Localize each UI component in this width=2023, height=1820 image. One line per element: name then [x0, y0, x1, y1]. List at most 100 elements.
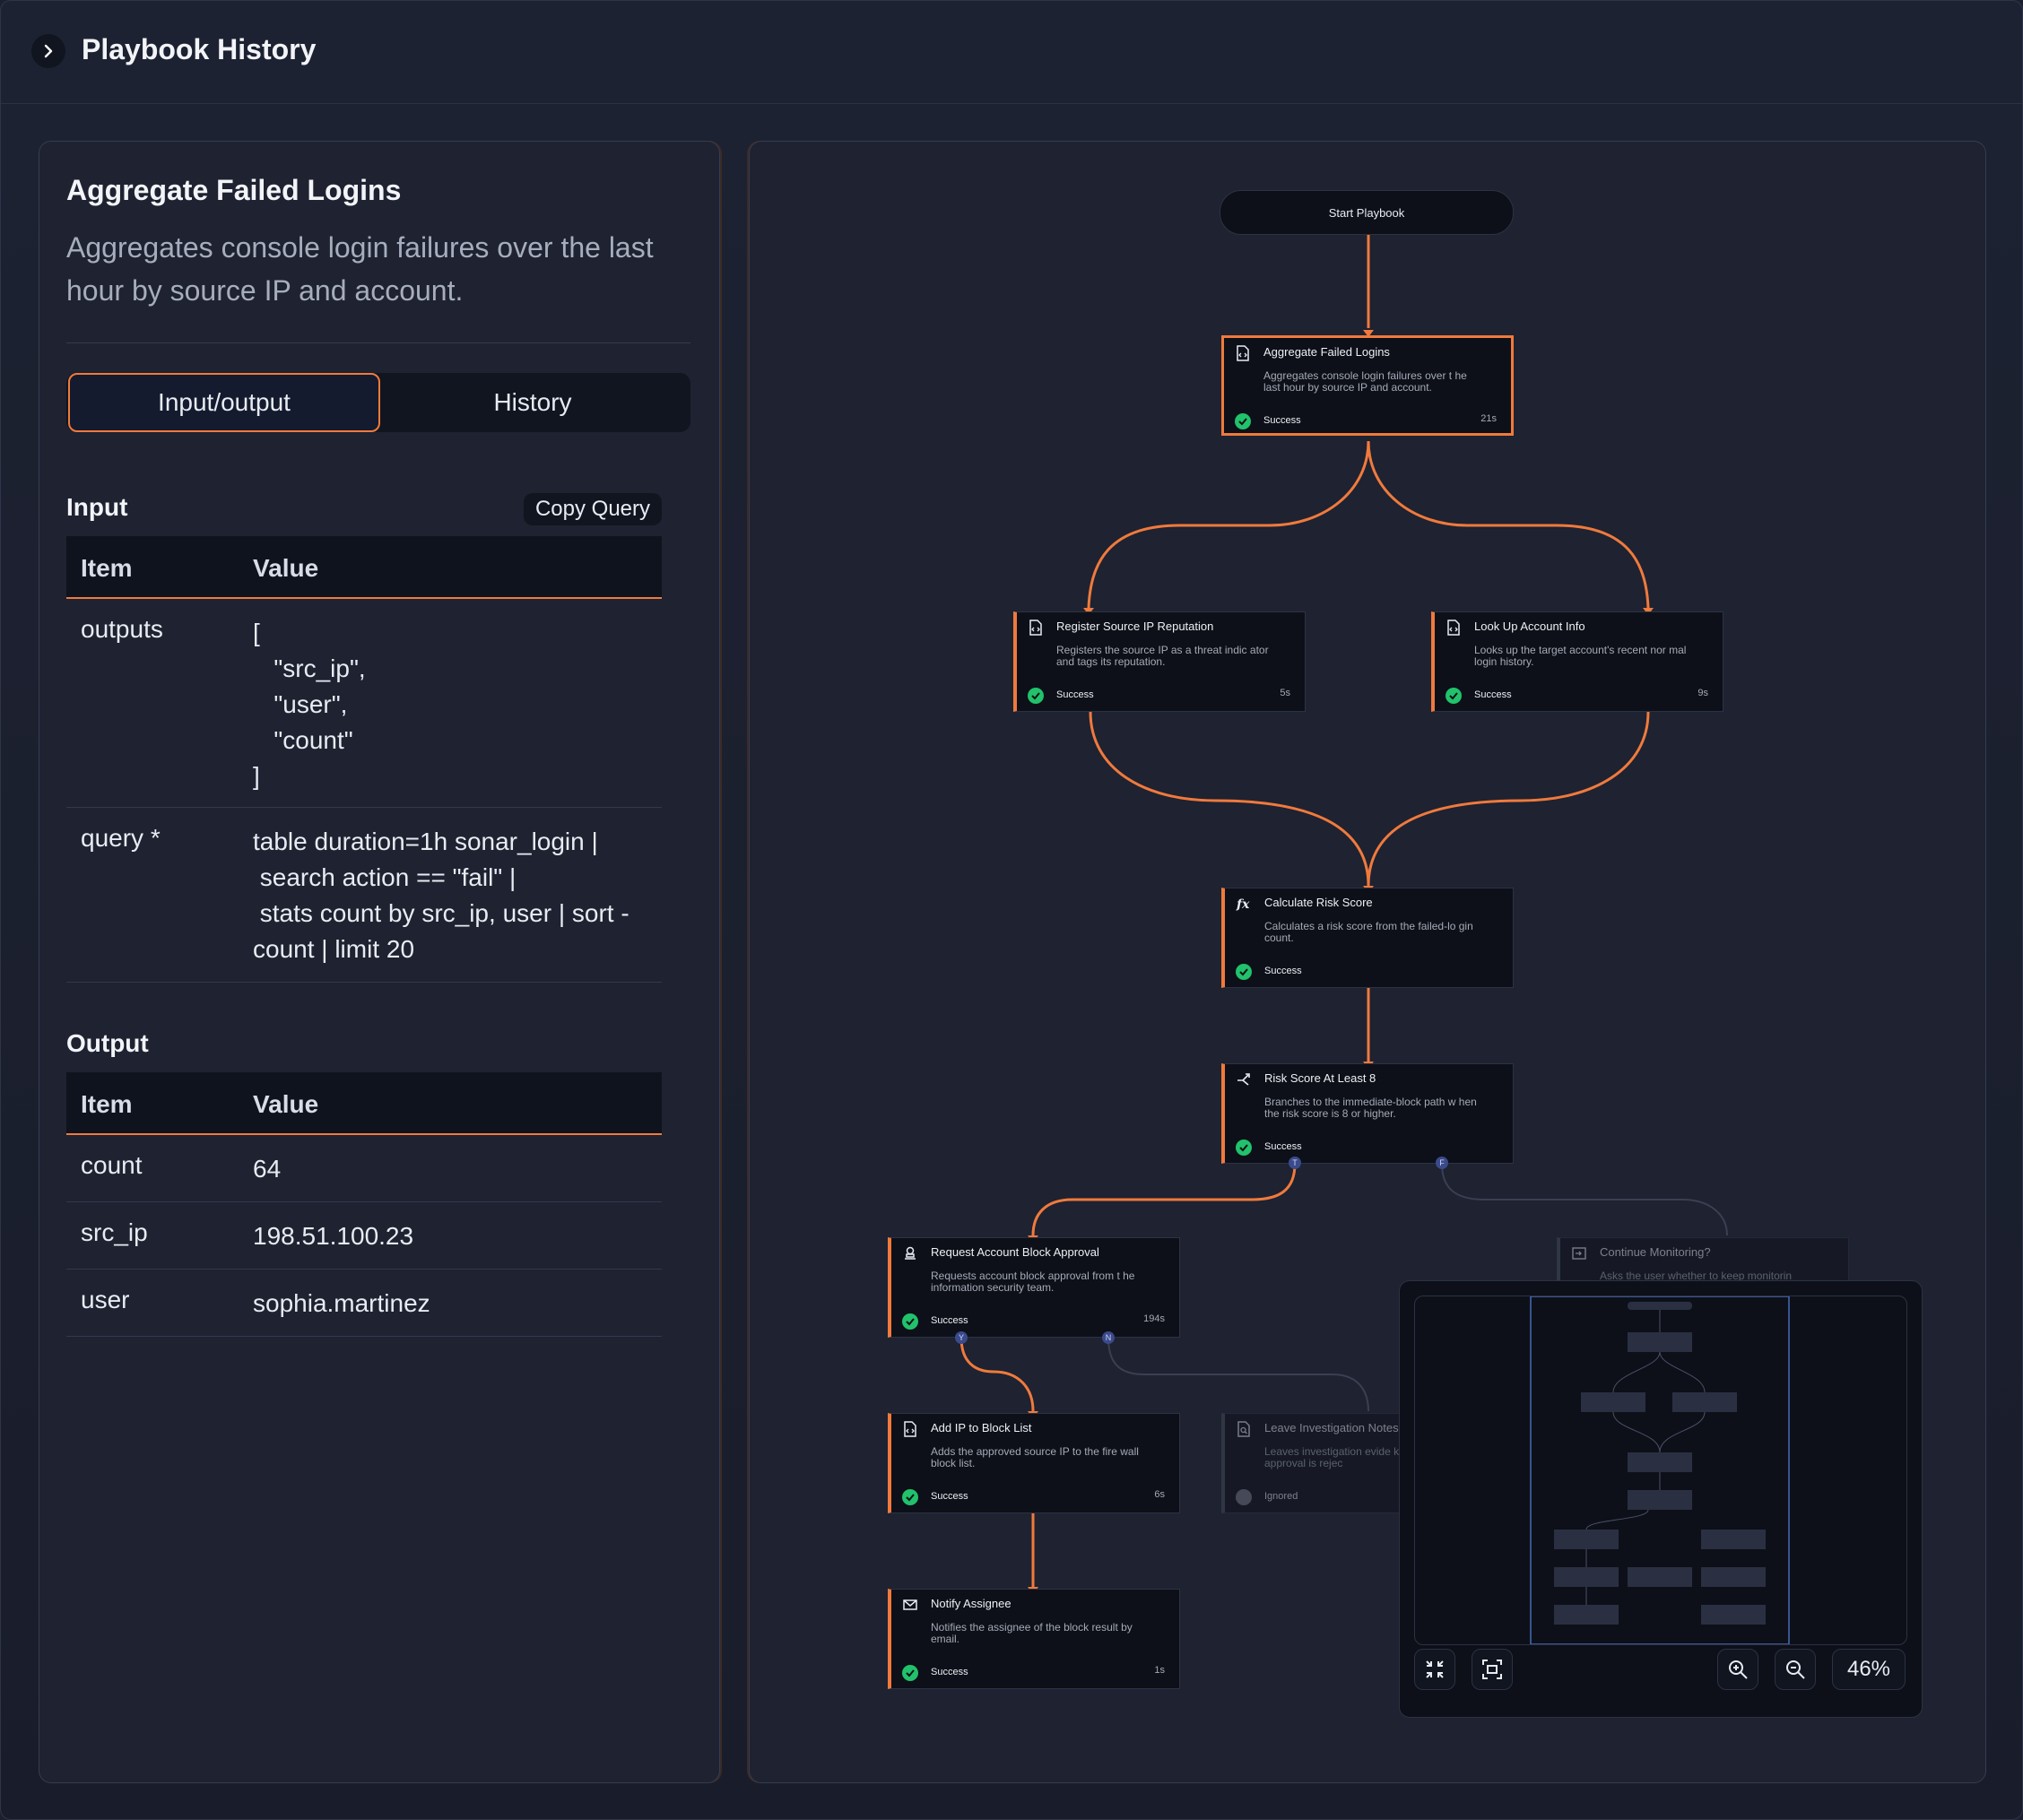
input-table: Item Value outputs [ "src_ip", "user", "…: [66, 536, 662, 983]
node-title: Request Account Block Approval: [931, 1245, 1099, 1259]
table-row: user sophia.martinez: [66, 1270, 662, 1337]
node-status: Success: [1263, 415, 1301, 426]
connector: [1441, 1163, 1728, 1236]
success-check-icon: [902, 1665, 918, 1681]
flow-node-calculate-risk-score[interactable]: fx Calculate Risk Score Calculates a ris…: [1221, 888, 1514, 988]
connector: [1367, 440, 1650, 609]
step-description: Aggregates console login failures over t…: [66, 231, 654, 307]
zoom-in-icon: [1729, 1660, 1748, 1679]
zoom-out-icon: [1786, 1660, 1805, 1679]
doc-search-icon: [1237, 1421, 1250, 1437]
start-playbook-node[interactable]: Start Playbook: [1220, 190, 1514, 235]
flow-node-notify-assignee[interactable]: Notify Assignee Notifies the assignee of…: [888, 1589, 1180, 1689]
node-status: Success: [1264, 966, 1302, 976]
node-description: Requests account block approval from t h…: [931, 1270, 1135, 1294]
node-title: Aggregate Failed Logins: [1263, 345, 1390, 359]
table-row: src_ip 198.51.100.23: [66, 1202, 662, 1270]
divider: [66, 342, 690, 343]
connector: [1367, 711, 1650, 887]
node-description: Registers the source IP as a threat indi…: [1056, 644, 1269, 668]
row-value: table duration=1h sonar_login | search a…: [253, 828, 629, 963]
node-status: Success: [931, 1491, 968, 1502]
table-row: query * table duration=1h sonar_login | …: [66, 808, 662, 983]
node-title: Add IP to Block List: [931, 1421, 1032, 1434]
collapse-button[interactable]: [1414, 1649, 1455, 1690]
false-port[interactable]: F: [1436, 1157, 1448, 1169]
node-title: Notify Assignee: [931, 1597, 1012, 1610]
node-description: Looks up the target account's recent nor…: [1474, 644, 1687, 668]
yes-port[interactable]: Y: [955, 1331, 968, 1344]
success-check-icon: [902, 1489, 918, 1505]
connector: [1089, 711, 1370, 887]
table-header: Item Value: [66, 536, 662, 599]
flow-node-aggregate-failed-logins[interactable]: Aggregate Failed Logins Aggregates conso…: [1221, 335, 1514, 436]
branch-icon: [1237, 1073, 1250, 1086]
success-check-icon: [1235, 413, 1251, 429]
connector: [959, 1337, 1035, 1412]
node-title: Leave Investigation Notes: [1264, 1421, 1399, 1434]
page-title: Playbook History: [82, 33, 317, 65]
flow-node-register-source-ip-reputation[interactable]: Register Source IP Reputation Registers …: [1013, 611, 1306, 712]
output-table: Item Value count 64 src_ip 198.51.100.23…: [66, 1072, 662, 1337]
copy-query-button[interactable]: Copy Query: [524, 493, 662, 525]
fit-view-icon: [1482, 1660, 1502, 1679]
success-check-icon: [902, 1313, 918, 1330]
node-duration: 1s: [1154, 1665, 1165, 1676]
success-check-icon: [1446, 688, 1462, 704]
zoom-out-button[interactable]: [1775, 1649, 1816, 1690]
true-port[interactable]: T: [1289, 1157, 1301, 1169]
flow-node-risk-score-at-least-8[interactable]: Risk Score At Least 8 Branches to the im…: [1221, 1063, 1514, 1164]
no-port[interactable]: N: [1102, 1331, 1115, 1344]
ignored-icon: [1236, 1489, 1252, 1505]
row-value: sophia.martinez: [253, 1289, 430, 1317]
doc-code-icon: [1237, 345, 1249, 361]
row-item: src_ip: [81, 1218, 148, 1246]
fit-view-button[interactable]: [1472, 1649, 1513, 1690]
row-value: 64: [253, 1155, 282, 1183]
output-section-label: Output: [66, 1029, 149, 1057]
doc-code-icon: [1029, 620, 1042, 636]
connector: [1087, 440, 1370, 609]
flow-canvas[interactable]: Start Playbook Aggregate Failed Logins A…: [749, 141, 1986, 1783]
prompt-icon: [1572, 1247, 1586, 1260]
row-item: count: [81, 1151, 143, 1179]
table-row: count 64: [66, 1135, 662, 1202]
column-header-item: Item: [81, 554, 133, 582]
connector: [1031, 1163, 1297, 1236]
column-header-value: Value: [253, 1090, 319, 1118]
mail-icon: [903, 1599, 917, 1610]
node-status: Success: [931, 1667, 968, 1677]
table-header: Item Value: [66, 1072, 662, 1135]
column-header-item: Item: [81, 1090, 133, 1118]
zoom-in-button[interactable]: [1717, 1649, 1758, 1690]
flow-node-look-up-account-info[interactable]: Look Up Account Info Looks up the target…: [1431, 611, 1723, 712]
node-description: Aggregates console login failures over t…: [1263, 369, 1467, 394]
node-status: Success: [1264, 1141, 1302, 1152]
minimap-view[interactable]: [1414, 1296, 1907, 1645]
tab-history[interactable]: History: [378, 375, 687, 430]
node-title: Look Up Account Info: [1474, 620, 1585, 633]
node-title: Register Source IP Reputation: [1056, 620, 1214, 633]
collapse-icon: [1426, 1660, 1444, 1678]
tab-input-output[interactable]: Input/output: [68, 373, 380, 432]
row-value: [ "src_ip", "user", "count" ]: [253, 619, 366, 790]
flow-node-add-ip-to-block-list[interactable]: Add IP to Block List Adds the approved s…: [888, 1413, 1180, 1513]
success-check-icon: [1236, 1140, 1252, 1156]
node-title: Calculate Risk Score: [1264, 896, 1373, 909]
success-check-icon: [1236, 964, 1252, 980]
row-item: outputs: [81, 615, 163, 643]
doc-code-icon: [904, 1421, 916, 1437]
step-detail-panel: Aggregate Failed Logins Aggregates conso…: [39, 141, 720, 1783]
success-check-icon: [1028, 688, 1044, 704]
approval-icon: [905, 1246, 916, 1260]
input-section-label: Input: [66, 493, 128, 521]
node-status: Success: [1474, 689, 1512, 700]
chevron-right-icon: [44, 44, 53, 58]
expand-button[interactable]: [31, 34, 65, 68]
node-title: Continue Monitoring?: [1600, 1245, 1711, 1259]
zoom-level: 46%: [1832, 1649, 1906, 1690]
node-duration: 6s: [1154, 1489, 1165, 1500]
flow-node-request-account-block-approval[interactable]: Request Account Block Approval Requests …: [888, 1237, 1180, 1338]
app-window: Playbook History Aggregate Failed Logins…: [0, 0, 2023, 1820]
connector: [1107, 1337, 1369, 1412]
